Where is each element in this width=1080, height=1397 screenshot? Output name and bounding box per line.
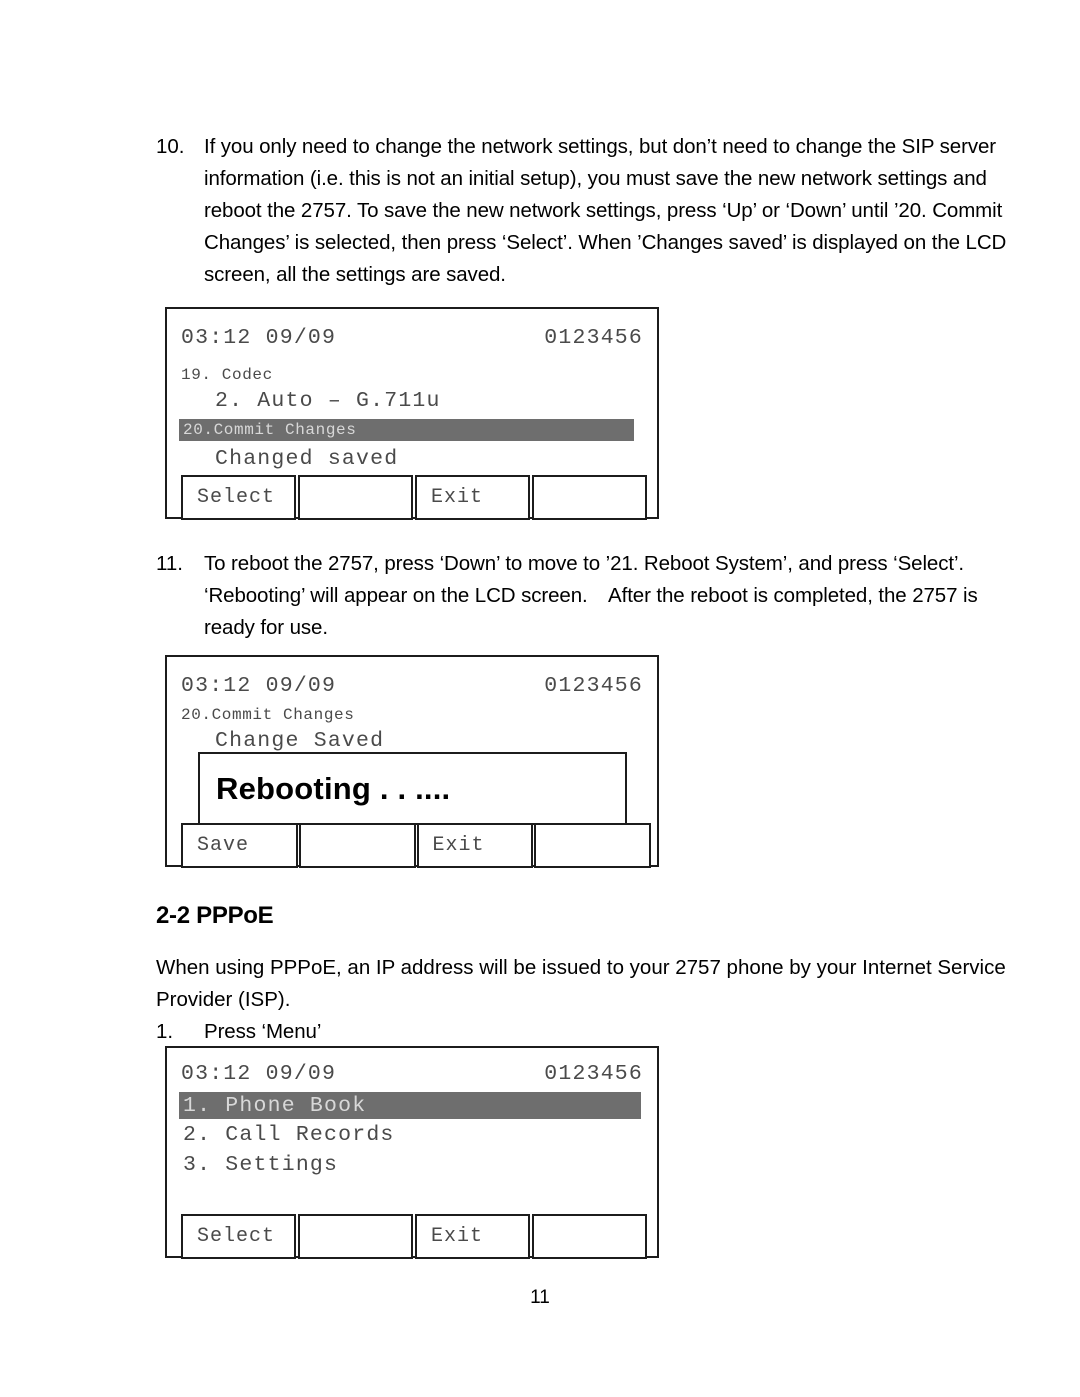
lcd-2-softkey-exit[interactable]: Exit	[416, 823, 534, 868]
lcd-1-softkey-4[interactable]	[532, 475, 647, 520]
lcd-3-softkey-4[interactable]	[532, 1214, 647, 1259]
lcd-2-rebooting-text: Rebooting . . ....	[216, 770, 451, 806]
step-10-line-2: information (i.e. this is not an initial…	[204, 167, 987, 190]
lcd-3-status-number: 0123456	[544, 1062, 643, 1086]
lcd-1-line-auto-g711u: 2. Auto – G.711u	[215, 389, 441, 413]
step-11-line-3: ready for use.	[204, 616, 328, 639]
lcd-2-line-commit-changes: 20.Commit Changes	[181, 706, 355, 724]
lcd-1-highlight-commit-changes[interactable]: 20.Commit Changes	[179, 419, 634, 441]
page-number: 11	[530, 1287, 550, 1308]
step-11-line-1: To reboot the 2757, press ‘Down’ to move…	[204, 552, 964, 575]
pppoe-step-1-paragraph: 1. Press ‘Menu’	[156, 1016, 946, 1048]
pppoe-step-1-number: 1.	[156, 1020, 174, 1043]
lcd-1-softkey-exit[interactable]: Exit	[415, 475, 530, 520]
lcd-3-status-time: 03:12 09/09	[181, 1062, 337, 1086]
lcd-3-softkey-2[interactable]	[298, 1214, 413, 1259]
step-10-paragraph: 10. If you only need to change the netwo…	[156, 131, 1006, 291]
lcd-2-inner: 03:12 09/09 0123456 20.Commit Changes Ch…	[167, 657, 657, 868]
lcd-3-menu-item-settings[interactable]: 3. Settings	[183, 1153, 338, 1177]
step-10-line-3: reboot the 2757. To save the new network…	[204, 199, 1003, 222]
step-11-line-2: ‘Rebooting’ will appear on the LCD scree…	[204, 584, 978, 607]
lcd-screen-rebooting: 03:12 09/09 0123456 20.Commit Changes Ch…	[165, 655, 659, 868]
document-page: 10. If you only need to change the netwo…	[0, 0, 1080, 1397]
lcd-3-softkey-select[interactable]: Select	[181, 1214, 296, 1259]
lcd-2-softkey-2[interactable]	[298, 823, 416, 868]
lcd-1-softkey-2[interactable]	[298, 475, 413, 520]
lcd-2-softkey-save[interactable]: Save	[181, 823, 298, 868]
lcd-2-softkey-4[interactable]	[534, 823, 651, 868]
lcd-1-line-changed-saved: Changed saved	[215, 447, 399, 471]
pppoe-intro-line-2: Provider (ISP).	[156, 988, 291, 1011]
lcd-3-softkey-exit[interactable]: Exit	[415, 1214, 530, 1259]
pppoe-intro-text: When using PPPoE, an IP address will be …	[156, 952, 1006, 1016]
lcd-1-softkey-exit-label: Exit	[431, 486, 484, 509]
lcd-3-highlight-phone-book[interactable]: 1. Phone Book	[179, 1092, 641, 1119]
lcd-1-line-codec: 19. Codec	[181, 366, 273, 384]
lcd-2-softkey-exit-label: Exit	[432, 834, 485, 857]
step-10-line-5: screen, all the settings are saved.	[204, 263, 506, 286]
lcd-1-softkey-row: Select Exit	[181, 475, 647, 520]
pppoe-step-1-text: Press ‘Menu’	[204, 1016, 321, 1048]
step-10-text: If you only need to change the network s…	[204, 131, 1006, 291]
step-10-line-1: If you only need to change the network s…	[204, 135, 996, 158]
lcd-3-softkey-exit-label: Exit	[431, 1225, 484, 1248]
lcd-2-status-number: 0123456	[544, 674, 643, 698]
pppoe-intro-line-1: When using PPPoE, an IP address will be …	[156, 956, 1006, 979]
lcd-1-softkey-select[interactable]: Select	[181, 475, 296, 520]
step-10-number: 10.	[156, 135, 185, 158]
lcd-3-softkey-select-label: Select	[197, 1225, 276, 1248]
lcd-3-softkey-row: Select Exit	[181, 1214, 647, 1259]
step-11-paragraph: 11. To reboot the 2757, press ‘Down’ to …	[156, 548, 978, 644]
lcd-2-rebooting-dialog: Rebooting . . ....	[198, 752, 627, 825]
lcd-1-inner: 03:12 09/09 0123456 19. Codec 2. Auto – …	[167, 309, 657, 520]
lcd-1-status-number: 0123456	[544, 326, 643, 350]
lcd-1-softkey-select-label: Select	[197, 486, 276, 509]
lcd-2-softkey-row: Save Exit	[181, 823, 651, 868]
step-10-line-4: Changes’ is selected, then press ‘Select…	[204, 231, 1007, 254]
lcd-2-status-time: 03:12 09/09	[181, 674, 337, 698]
section-heading-pppoe: 2-2 PPPoE	[156, 902, 274, 929]
step-11-text: To reboot the 2757, press ‘Down’ to move…	[204, 548, 978, 644]
lcd-2-line-change-saved: Change Saved	[215, 729, 385, 753]
lcd-1-status-time: 03:12 09/09	[181, 326, 337, 350]
lcd-3-inner: 03:12 09/09 0123456 1. Phone Book 2. Cal…	[167, 1048, 657, 1259]
lcd-screen-commit-changes: 03:12 09/09 0123456 19. Codec 2. Auto – …	[165, 307, 659, 520]
step-11-number: 11.	[156, 552, 183, 575]
lcd-2-softkey-save-label: Save	[197, 834, 250, 857]
pppoe-step-1-line-1: Press ‘Menu’	[204, 1020, 322, 1043]
lcd-3-menu-item-call-records[interactable]: 2. Call Records	[183, 1123, 395, 1147]
lcd-screen-main-menu: 03:12 09/09 0123456 1. Phone Book 2. Cal…	[165, 1046, 659, 1259]
